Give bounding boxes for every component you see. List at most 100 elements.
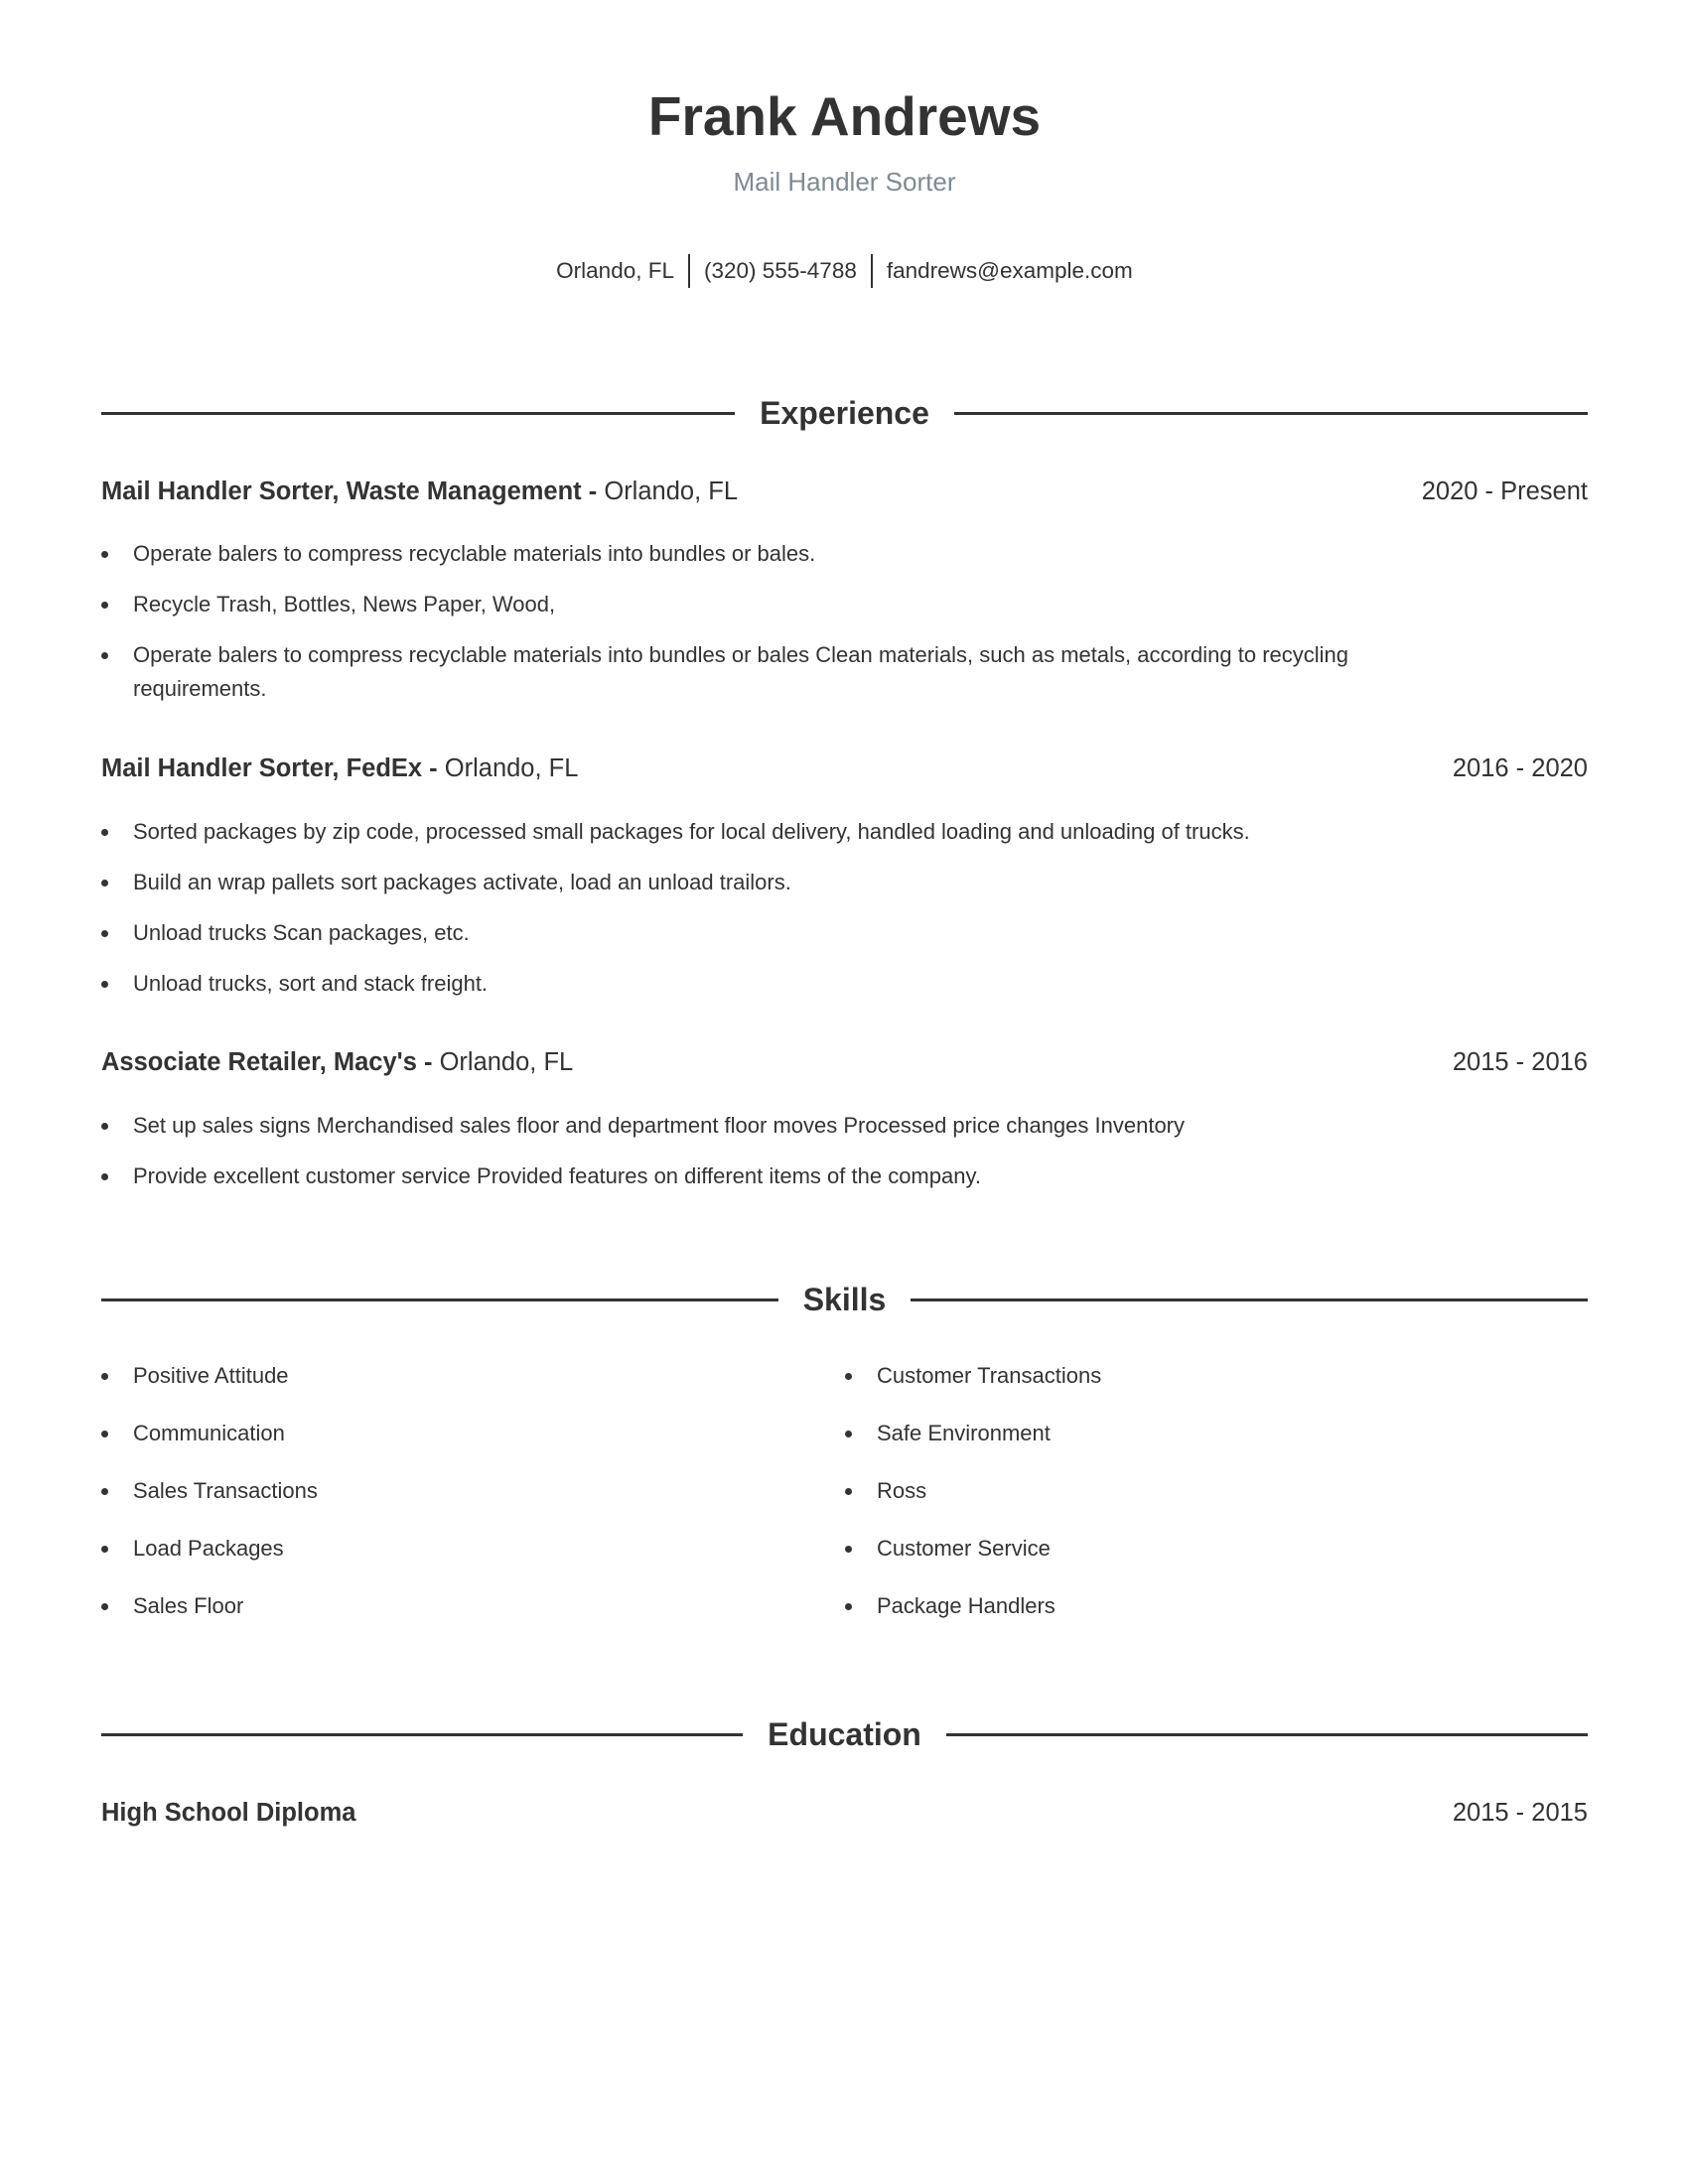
job-header: Mail Handler Sorter, FedEx - Orlando, FL… xyxy=(101,751,1588,785)
job-bullet-text: Unload trucks Scan packages, etc. xyxy=(133,920,470,945)
job-bullet-text: Operate balers to compress recyclable ma… xyxy=(133,642,1349,701)
job-location: Orlando, FL xyxy=(444,754,579,782)
job-bullet: Unload trucks, sort and stack freight. xyxy=(101,967,1588,1001)
job-bullet-text: Operate balers to compress recyclable ma… xyxy=(133,541,816,566)
skill-item: Customer Service xyxy=(845,1532,1540,1589)
skills-list-left: Positive Attitude Communication Sales Tr… xyxy=(101,1359,796,1647)
skills-list-right: Customer Transactions Safe Environment R… xyxy=(845,1359,1540,1647)
skill-text: Sales Transactions xyxy=(133,1478,318,1503)
section-heading-education: Education xyxy=(101,1714,1589,1754)
bullet-icon xyxy=(101,829,108,836)
bullet-icon xyxy=(845,1431,852,1437)
job-header: Associate Retailer, Macy's - Orlando, FL… xyxy=(101,1045,1588,1079)
education-dates: 2015 - 2015 xyxy=(1452,1799,1588,1827)
section-rule-left xyxy=(101,1297,778,1301)
bullet-icon xyxy=(101,602,108,609)
job-bullet: Operate balers to compress recyclable ma… xyxy=(101,537,1588,571)
section-label: Experience xyxy=(760,395,929,431)
job-bullet: Operate balers to compress recyclable ma… xyxy=(101,638,1588,706)
candidate-title: Mail Handler Sorter xyxy=(733,167,956,197)
skill-text: Customer Service xyxy=(877,1536,1051,1561)
bullet-icon xyxy=(101,930,108,937)
section-rule-left xyxy=(101,411,736,415)
job-dates: 2020 - Present xyxy=(1421,478,1588,505)
job-title-line: Associate Retailer, Macy's - Orlando, FL xyxy=(101,1045,573,1079)
job-title: Mail Handler Sorter, FedEx - xyxy=(101,754,438,782)
job-bullet-text: Unload trucks, sort and stack freight. xyxy=(133,971,489,996)
bullet-icon xyxy=(845,1603,852,1610)
skill-text: Ross xyxy=(877,1478,927,1503)
job-dates: 2015 - 2016 xyxy=(1452,1048,1588,1076)
bullet-icon xyxy=(845,1546,852,1553)
bullet-icon xyxy=(101,981,108,988)
bullet-icon xyxy=(101,1123,108,1130)
bullet-icon xyxy=(101,1173,108,1180)
bullet-icon xyxy=(101,652,108,659)
job-bullet-text: Recycle Trash, Bottles, News Paper, Wood… xyxy=(133,592,556,616)
contact-phone: (320) 555-4788 xyxy=(703,258,857,283)
section-label: Education xyxy=(768,1716,921,1752)
section-rule-right xyxy=(911,1297,1589,1301)
job-bullet-text: Build an wrap pallets sort packages acti… xyxy=(133,870,791,894)
bullet-icon xyxy=(101,551,108,558)
skill-text: Safe Environment xyxy=(877,1421,1051,1445)
job-location: Orlando, FL xyxy=(439,1048,574,1076)
skill-text: Positive Attitude xyxy=(133,1363,289,1388)
job-bullet: Recycle Trash, Bottles, News Paper, Wood… xyxy=(101,588,1588,621)
skill-item: Ross xyxy=(845,1474,1540,1532)
section-rule-right xyxy=(953,411,1589,415)
skill-item: Customer Transactions xyxy=(845,1359,1540,1417)
skill-text: Communication xyxy=(133,1421,285,1445)
job-bullets: Sorted packages by zip code, processed s… xyxy=(101,815,1588,1018)
bullet-icon xyxy=(101,1373,108,1380)
contact-line: Orlando, FL (320) 555-4788 fandrews@exam… xyxy=(101,254,1588,288)
skill-item: Sales Transactions xyxy=(101,1474,796,1532)
education-entry: High School Diploma 2015 - 2015 xyxy=(101,1796,1588,1830)
bullet-icon xyxy=(101,1546,108,1553)
bullet-icon xyxy=(101,1603,108,1610)
job-bullet-text: Sorted packages by zip code, processed s… xyxy=(133,819,1250,844)
contact-divider xyxy=(870,254,873,288)
skill-item: Package Handlers xyxy=(845,1589,1540,1647)
section-heading-skills: Skills xyxy=(101,1280,1589,1319)
skill-item: Safe Environment xyxy=(845,1417,1540,1474)
job-header: Mail Handler Sorter, Waste Management - … xyxy=(101,475,1588,508)
job-bullet-text: Provide excellent customer service Provi… xyxy=(133,1163,981,1188)
job-bullet: Build an wrap pallets sort packages acti… xyxy=(101,866,1588,899)
skill-item: Communication xyxy=(101,1417,796,1474)
job-dates: 2016 - 2020 xyxy=(1452,754,1588,782)
job-bullets: Operate balers to compress recyclable ma… xyxy=(101,537,1588,723)
job-title: Mail Handler Sorter, Waste Management - xyxy=(101,478,598,505)
skill-item: Sales Floor xyxy=(101,1589,796,1647)
section-rule-right xyxy=(945,1732,1589,1736)
contact-email: fandrews@example.com xyxy=(886,258,1133,283)
bullet-icon xyxy=(101,1431,108,1437)
section-label: Skills xyxy=(802,1282,887,1317)
job-location: Orlando, FL xyxy=(604,478,739,505)
skill-text: Customer Transactions xyxy=(877,1363,1102,1388)
job-bullet-text: Set up sales signs Merchandised sales fl… xyxy=(133,1113,1186,1138)
skill-text: Sales Floor xyxy=(133,1593,244,1618)
skill-item: Load Packages xyxy=(101,1532,796,1589)
job-bullet: Set up sales signs Merchandised sales fl… xyxy=(101,1109,1588,1143)
bullet-icon xyxy=(101,880,108,887)
section-heading-experience: Experience xyxy=(101,393,1589,433)
bullet-icon xyxy=(845,1373,852,1380)
job-title-line: Mail Handler Sorter, FedEx - Orlando, FL xyxy=(101,751,578,785)
skill-item: Positive Attitude xyxy=(101,1359,796,1417)
bullet-icon xyxy=(845,1488,852,1495)
job-title: Associate Retailer, Macy's - xyxy=(101,1048,433,1076)
bullet-icon xyxy=(101,1488,108,1495)
contact-location: Orlando, FL xyxy=(556,258,674,283)
education-degree: High School Diploma xyxy=(101,1799,356,1827)
section-rule-left xyxy=(101,1732,744,1736)
job-bullet: Unload trucks Scan packages, etc. xyxy=(101,916,1588,950)
job-bullets: Set up sales signs Merchandised sales fl… xyxy=(101,1109,1588,1210)
job-bullet: Sorted packages by zip code, processed s… xyxy=(101,815,1588,849)
candidate-name: Frank Andrews xyxy=(647,85,1042,147)
skill-text: Package Handlers xyxy=(877,1593,1055,1618)
job-title-line: Mail Handler Sorter, Waste Management - … xyxy=(101,475,738,508)
skill-text: Load Packages xyxy=(133,1536,284,1561)
contact-divider xyxy=(687,254,690,288)
job-bullet: Provide excellent customer service Provi… xyxy=(101,1160,1588,1193)
